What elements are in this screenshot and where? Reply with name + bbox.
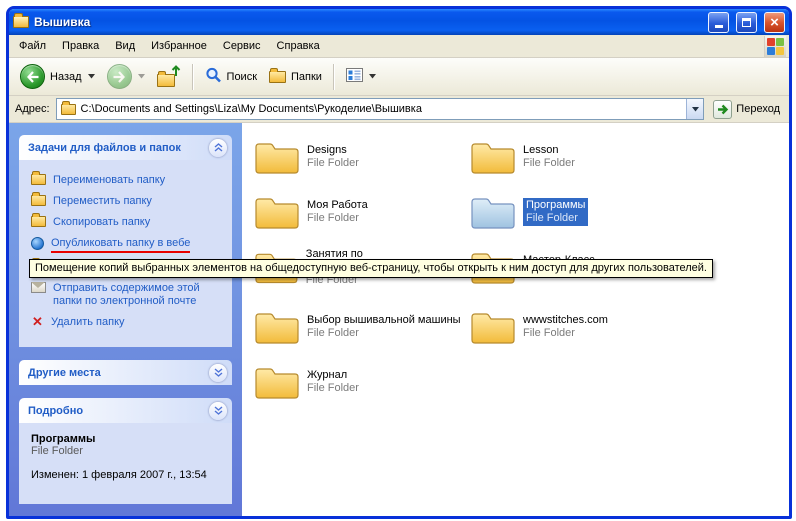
details-header[interactable]: Подробно xyxy=(19,398,232,423)
menu-favorites[interactable]: Избранное xyxy=(143,36,215,56)
task-pane: Задачи для файлов и папок Переименовать … xyxy=(9,123,242,516)
back-icon xyxy=(20,64,45,89)
toolbar: Назад Поиск Папки xyxy=(9,58,789,96)
forward-icon xyxy=(107,64,132,89)
folder-content-area[interactable]: DesignsFile Folder LessonFile Folder Моя… xyxy=(242,123,789,516)
folder-item-designs[interactable]: DesignsFile Folder xyxy=(254,135,462,179)
views-button[interactable] xyxy=(341,65,381,88)
minimize-icon xyxy=(715,25,723,28)
main-area: Задачи для файлов и папок Переименовать … xyxy=(9,123,789,516)
folder-icon xyxy=(470,194,516,230)
windows-logo-icon xyxy=(764,36,786,57)
chevron-down-icon[interactable] xyxy=(209,402,227,420)
folder-item-programmy[interactable]: ПрограммыFile Folder xyxy=(470,190,678,234)
chevron-up-icon[interactable] xyxy=(209,139,227,157)
back-dropdown-icon[interactable] xyxy=(88,74,95,79)
folder-icon xyxy=(254,139,300,175)
folder-item-zhurnal[interactable]: ЖурналFile Folder xyxy=(254,360,462,404)
address-input[interactable]: C:\Documents and Settings\Liza\My Docume… xyxy=(56,98,705,120)
views-dropdown-icon[interactable] xyxy=(369,74,376,79)
email-icon xyxy=(31,282,46,293)
chevron-down-icon[interactable] xyxy=(209,364,227,382)
minimize-button[interactable] xyxy=(708,12,729,33)
up-icon xyxy=(157,67,181,87)
forward-button[interactable] xyxy=(102,61,150,92)
tasks-section: Задачи для файлов и папок Переименовать … xyxy=(19,135,232,347)
menu-tools[interactable]: Сервис xyxy=(215,36,269,56)
menu-file[interactable]: Файл xyxy=(11,36,54,56)
views-icon xyxy=(346,68,363,85)
menu-bar: Файл Правка Вид Избранное Сервис Справка xyxy=(9,35,789,58)
task-delete-folder[interactable]: ✕ Удалить папку xyxy=(31,316,226,329)
explorer-window: Вышивка × Файл Правка Вид Избранное Серв… xyxy=(6,6,792,519)
folder-icon xyxy=(470,139,516,175)
address-path: C:\Documents and Settings\Liza\My Docume… xyxy=(81,103,682,115)
details-body: Программы File Folder Изменен: 1 февраля… xyxy=(19,423,232,504)
folder-icon xyxy=(254,309,300,345)
copy-folder-icon xyxy=(31,216,46,227)
address-dropdown-button[interactable] xyxy=(686,99,703,119)
tasks-section-title: Задачи для файлов и папок xyxy=(28,142,181,154)
details-item-name: Программы xyxy=(31,433,226,445)
tasks-section-header[interactable]: Задачи для файлов и папок xyxy=(19,135,232,160)
folder-item-lesson[interactable]: LessonFile Folder xyxy=(470,135,678,179)
other-places-title: Другие места xyxy=(28,367,101,379)
menu-help[interactable]: Справка xyxy=(269,36,328,56)
window-folder-icon xyxy=(13,16,29,28)
task-rename-folder[interactable]: Переименовать папку xyxy=(31,174,226,187)
go-arrow-icon xyxy=(713,100,732,119)
other-places-section: Другие места xyxy=(19,360,232,385)
move-folder-icon xyxy=(31,195,46,206)
folder-item-moya-rabota[interactable]: Моя РаботаFile Folder xyxy=(254,190,462,234)
go-label: Переход xyxy=(736,103,780,115)
menu-edit[interactable]: Правка xyxy=(54,36,107,56)
window-title: Вышивка xyxy=(34,15,701,29)
folders-button[interactable]: Папки xyxy=(264,68,327,86)
maximize-button[interactable] xyxy=(736,12,757,33)
other-places-header[interactable]: Другие места xyxy=(19,360,232,385)
publish-web-icon xyxy=(31,237,44,250)
task-copy-folder[interactable]: Скопировать папку xyxy=(31,216,226,229)
details-item-type: File Folder xyxy=(31,445,226,457)
task-publish-folder-web[interactable]: Опубликовать папку в вебе xyxy=(31,237,226,253)
tasks-section-body: Переименовать папку Переместить папку Ск… xyxy=(19,160,232,347)
details-item-modified: Изменен: 1 февраля 2007 г., 13:54 xyxy=(31,469,226,481)
up-button[interactable] xyxy=(152,64,186,90)
address-folder-icon xyxy=(61,104,76,115)
folder-icon xyxy=(470,309,516,345)
rename-folder-icon xyxy=(31,174,46,185)
details-section: Подробно Программы File Folder Изменен: … xyxy=(19,398,232,504)
search-button[interactable]: Поиск xyxy=(200,64,262,89)
address-bar: Адрес: C:\Documents and Settings\Liza\My… xyxy=(9,96,789,123)
maximize-icon xyxy=(742,18,751,27)
toolbar-separator xyxy=(333,64,335,90)
forward-dropdown-icon xyxy=(138,74,145,79)
title-bar: Вышивка × xyxy=(9,9,789,35)
folder-icon xyxy=(254,364,300,400)
search-label: Поиск xyxy=(227,71,257,83)
close-button[interactable]: × xyxy=(764,12,785,33)
delete-icon: ✕ xyxy=(31,316,44,328)
toolbar-separator xyxy=(192,64,194,90)
folder-item-wwwstitches[interactable]: wwwstitches.comFile Folder xyxy=(470,305,678,349)
back-button[interactable]: Назад xyxy=(15,61,100,92)
back-label: Назад xyxy=(50,71,82,83)
task-move-folder[interactable]: Переместить папку xyxy=(31,195,226,208)
go-button[interactable]: Переход xyxy=(710,100,783,119)
folder-icon xyxy=(254,194,300,230)
menu-view[interactable]: Вид xyxy=(107,36,143,56)
tooltip: Помещение копий выбранных элементов на о… xyxy=(29,259,713,278)
folder-item-vybor-mashiny[interactable]: Выбор вышивальной машиныFile Folder xyxy=(254,305,462,349)
address-label: Адрес: xyxy=(15,103,50,115)
folders-icon xyxy=(269,71,286,83)
search-icon xyxy=(205,67,222,86)
task-email-folder[interactable]: Отправить содержимое этой папки по элект… xyxy=(31,282,226,308)
details-title: Подробно xyxy=(28,405,83,417)
folders-label: Папки xyxy=(291,71,322,83)
